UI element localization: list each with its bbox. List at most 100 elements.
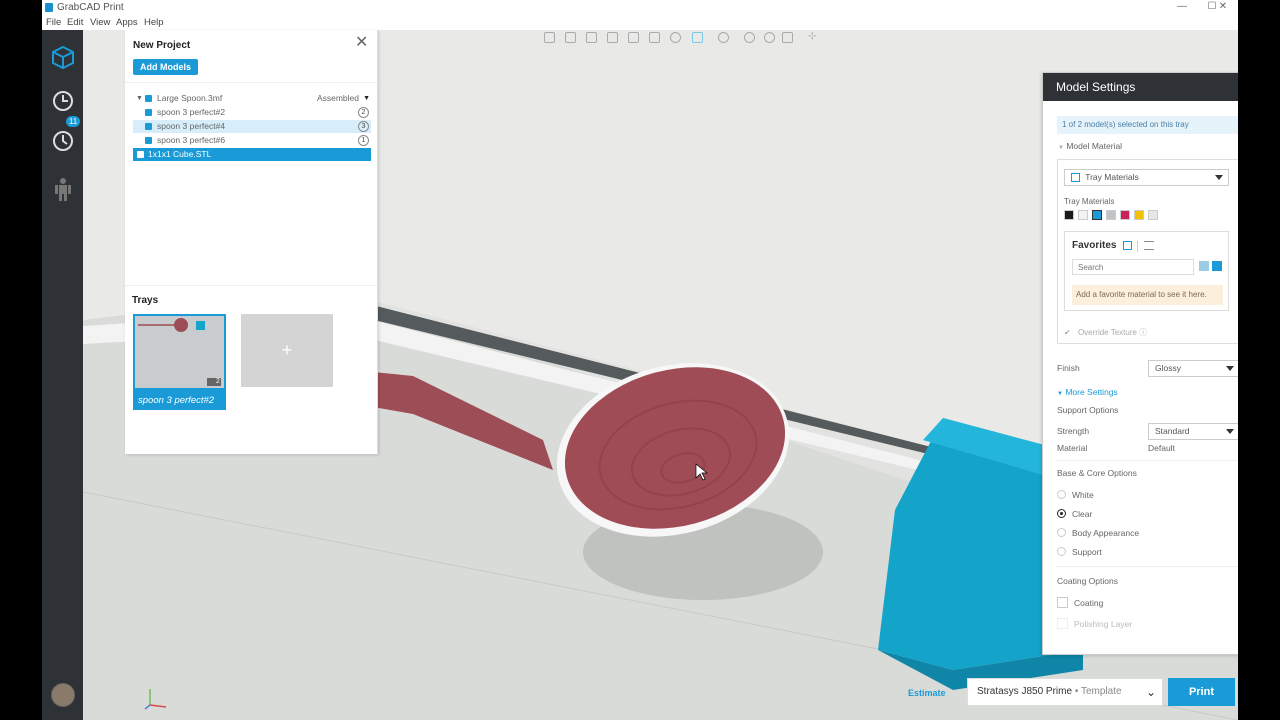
collapse-arrow-icon: ▼ [1057, 391, 1063, 397]
favorites-title: Favorites [1072, 240, 1117, 251]
model-settings-title: Model Settings [1043, 73, 1238, 101]
tray-card[interactable]: 2 spoon 3 perfect#2 [133, 314, 226, 410]
model-icon [145, 109, 152, 116]
model-settings-panel: Model Settings 1 of 2 model(s) selected … [1042, 72, 1238, 655]
swatch-black[interactable] [1064, 210, 1074, 220]
left-sidebar: 11 [42, 30, 83, 720]
view-iso-icon[interactable] [670, 32, 681, 43]
anatomy-app-icon[interactable] [50, 176, 76, 202]
app-window: GrabCAD Print — ☐ ✕ File Edit View Apps … [42, 0, 1238, 720]
view-toolbar: ⊹ [542, 32, 832, 46]
option-white-label: White [1072, 490, 1094, 500]
close-icon[interactable]: ✕ [355, 35, 368, 51]
add-tray-button[interactable]: + [241, 314, 333, 387]
tree-item-spoon-6[interactable]: spoon 3 perfect#6 1 [133, 134, 371, 147]
polishing-checkbox[interactable] [1057, 618, 1068, 629]
material-value: Default [1148, 443, 1175, 453]
option-support-label: Support [1072, 547, 1102, 557]
info-icon[interactable]: ⓘ [1139, 328, 1147, 337]
swatch-cyan[interactable] [1092, 210, 1102, 220]
coating-checkbox[interactable] [1057, 597, 1068, 608]
material-select[interactable]: Tray Materials [1064, 169, 1229, 186]
menu-edit[interactable]: Edit [67, 17, 83, 28]
close-window-button[interactable]: ✕ [1208, 1, 1238, 15]
view-left-icon[interactable] [586, 32, 597, 43]
user-avatar[interactable] [51, 683, 75, 707]
chevron-down-icon[interactable]: ▼ [363, 92, 370, 105]
selection-info: 1 of 2 model(s) selected on this tray [1057, 116, 1238, 134]
swatch-yellow[interactable] [1134, 210, 1144, 220]
zoom-fit-icon[interactable] [744, 32, 755, 43]
model-icon [145, 123, 152, 130]
model-tree: ▼ Large Spoon.3mf Assembled ▼ spoon 3 pe… [125, 82, 378, 161]
tree-item-cube[interactable]: 1x1x1 Cube.STL [133, 148, 371, 161]
section-view-icon[interactable] [782, 32, 793, 43]
list-view-icon[interactable] [1144, 241, 1154, 250]
view-iso-active-icon[interactable] [692, 32, 703, 43]
override-texture[interactable]: ✔ Override Texture ⓘ [1064, 327, 1147, 338]
strength-select[interactable]: Standard [1148, 423, 1238, 440]
app-logo-icon [45, 3, 53, 12]
assembly-icon [145, 95, 152, 102]
tree-item-spoon-4[interactable]: spoon 3 perfect#4 3 [133, 120, 371, 133]
grid-view-icon[interactable] [1123, 241, 1132, 250]
view-right-icon[interactable] [607, 32, 618, 43]
trays-divider [125, 285, 378, 286]
swatch-magenta[interactable] [1120, 210, 1130, 220]
coating-options-title: Coating Options [1057, 576, 1118, 586]
project-title: New Project [133, 40, 191, 51]
menu-file[interactable]: File [46, 17, 61, 28]
menu-apps[interactable]: Apps [116, 17, 138, 28]
tray-label: spoon 3 perfect#2 [138, 395, 215, 406]
upload-icon[interactable] [1199, 261, 1209, 271]
radio-clear[interactable] [1057, 509, 1066, 518]
tray-preview-image [138, 318, 221, 386]
project-cube-icon[interactable] [50, 44, 76, 70]
swatch-clear[interactable] [1106, 210, 1116, 220]
project-panel: New Project ✕ Add Models ▼ Large Spoon.3… [125, 30, 378, 454]
radio-body-appearance[interactable] [1057, 528, 1066, 537]
view-front-icon[interactable] [544, 32, 555, 43]
tree-item-assembly[interactable]: ▼ Large Spoon.3mf Assembled ▼ [133, 92, 371, 105]
radio-support[interactable] [1057, 547, 1066, 556]
radio-white[interactable] [1057, 490, 1066, 499]
material-label: Material [1057, 443, 1088, 453]
chevron-down-icon [1215, 175, 1223, 180]
base-core-title: Base & Core Options [1057, 468, 1137, 478]
support-options-title: Support Options [1057, 405, 1119, 415]
view-sphere-icon[interactable] [718, 32, 729, 43]
menu-bar: File Edit View Apps Help [42, 16, 1238, 30]
print-button[interactable]: Print [1168, 678, 1235, 706]
expand-arrow-icon[interactable]: ▼ [136, 92, 143, 105]
tray-thumbnail [135, 316, 224, 388]
minimize-button[interactable]: — [1167, 1, 1197, 15]
chevron-down-icon [1226, 366, 1234, 371]
print-queue-clock-icon[interactable] [50, 88, 76, 114]
swatch-white[interactable] [1078, 210, 1088, 220]
add-models-button[interactable]: Add Models [133, 59, 198, 75]
model-icon [145, 137, 152, 144]
view-back-icon[interactable] [565, 32, 576, 43]
section-divider [1056, 460, 1238, 461]
title-bar: GrabCAD Print — ☐ ✕ [42, 0, 1238, 16]
history-icon[interactable] [50, 128, 76, 154]
model-icon [137, 151, 144, 158]
tree-item-spoon-2[interactable]: spoon 3 perfect#2 2 [133, 106, 371, 119]
axes-toggle-icon[interactable]: ⊹ [808, 32, 819, 43]
swatch-support[interactable] [1148, 210, 1158, 220]
menu-view[interactable]: View [90, 17, 110, 28]
estimate-link[interactable]: Estimate [908, 688, 946, 698]
view-top-icon[interactable] [628, 32, 639, 43]
download-icon[interactable] [1212, 261, 1222, 271]
menu-help[interactable]: Help [144, 17, 164, 28]
printer-select[interactable]: Stratasys J850 Prime • Template ⌄ [967, 678, 1163, 706]
view-divider [1137, 241, 1138, 252]
zoom-selection-icon[interactable] [764, 32, 775, 43]
finish-select[interactable]: Glossy [1148, 360, 1238, 377]
model-material-toggle[interactable]: ▼ Model Material [1058, 141, 1122, 151]
favorites-search-input[interactable] [1072, 259, 1194, 275]
tray-materials-icon [1071, 173, 1080, 183]
more-settings-toggle[interactable]: ▼ More Settings [1057, 387, 1118, 397]
material-swatches [1064, 210, 1164, 221]
view-bottom-icon[interactable] [649, 32, 660, 43]
